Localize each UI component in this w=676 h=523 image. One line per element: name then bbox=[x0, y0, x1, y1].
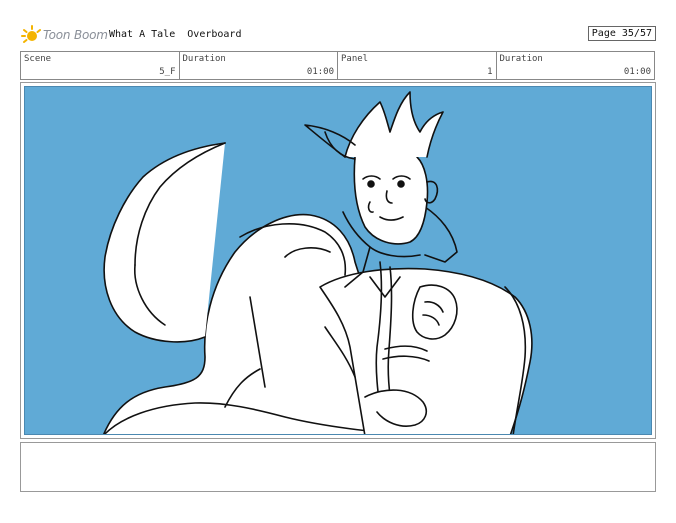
panel-duration-value: 01:00 bbox=[623, 67, 651, 77]
storyboard-panel-frame bbox=[20, 82, 656, 439]
scene-duration-cell: Duration 01:00 bbox=[180, 52, 338, 79]
toon-boom-logo: Toon Boom bbox=[21, 24, 108, 46]
scene-cell: Scene 5_F bbox=[21, 52, 180, 79]
page-number: Page 35/57 bbox=[587, 26, 656, 41]
document-title: What A Tale Overboard bbox=[109, 29, 241, 40]
page-header: Toon Boom What A Tale Overboard Page 35/… bbox=[21, 24, 656, 46]
panel-info-row: Scene 5_F Duration 01:00 Panel 1 Duratio… bbox=[20, 51, 655, 80]
panel-notes-box[interactable] bbox=[20, 442, 656, 492]
logo-text: Toon Boom bbox=[43, 28, 108, 42]
storyboard-sketch bbox=[24, 86, 652, 435]
scene-value: 5_F bbox=[159, 67, 176, 77]
scene-duration-value: 01:00 bbox=[306, 67, 334, 77]
panel-duration-label: Duration bbox=[499, 54, 543, 64]
project-title: What A Tale bbox=[109, 29, 176, 40]
panel-label: Panel bbox=[341, 54, 369, 64]
sun-logo-icon bbox=[21, 25, 41, 43]
sketch-drawing bbox=[103, 91, 533, 434]
panel-duration-cell: Duration 01:00 bbox=[497, 52, 655, 79]
scene-label: Scene bbox=[24, 54, 52, 64]
panel-cell: Panel 1 bbox=[338, 52, 497, 79]
scene-duration-label: Duration bbox=[182, 54, 226, 64]
sequence-title: Overboard bbox=[187, 29, 242, 40]
panel-value: 1 bbox=[487, 67, 493, 77]
